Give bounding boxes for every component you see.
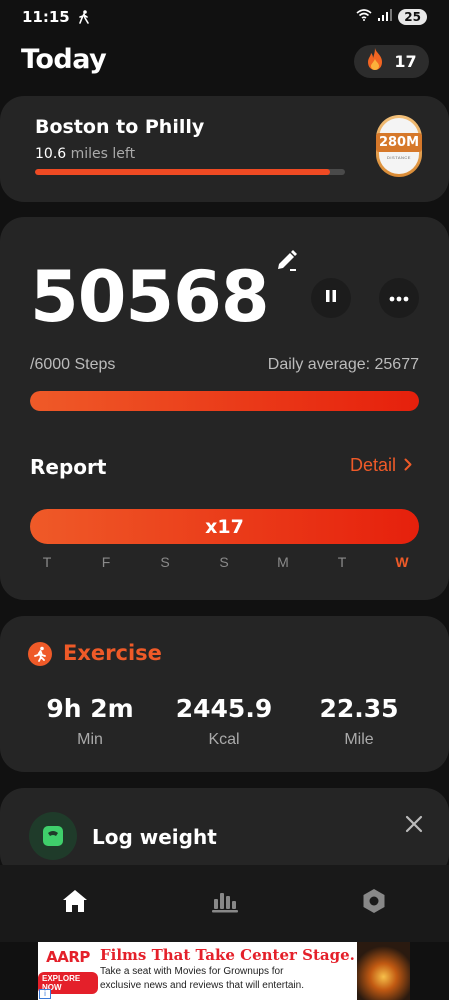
- nav-home[interactable]: [0, 865, 150, 942]
- report-title: Report: [30, 455, 107, 479]
- stat-value: 22.35: [319, 694, 399, 723]
- step-goal: /6000 Steps: [30, 356, 116, 373]
- challenge-remaining: 10.6 miles left: [35, 146, 135, 162]
- daily-average: Daily average: 25677: [267, 356, 419, 373]
- more-dots-icon: [389, 289, 409, 307]
- challenge-title: Boston to Philly: [35, 116, 205, 138]
- stat-value: 2445.9: [175, 694, 273, 723]
- close-icon[interactable]: [402, 812, 426, 841]
- stat-value: 9h 2m: [46, 694, 134, 723]
- weekly-report-bar[interactable]: x17: [30, 509, 419, 544]
- ad-text-block: Films That Take Center Stage. Take a sea…: [98, 942, 357, 1000]
- day-label: F: [101, 554, 111, 570]
- streak-chip[interactable]: 17: [354, 45, 429, 78]
- stat-unit: Kcal: [208, 731, 240, 748]
- challenge-progress-bar: [35, 169, 345, 175]
- step-count: 50568: [30, 256, 270, 338]
- ad-image: [356, 942, 410, 1000]
- nav-stats[interactable]: [150, 865, 300, 942]
- nav-settings[interactable]: [299, 865, 449, 942]
- flame-icon: [366, 48, 384, 75]
- chevron-right-icon: [404, 455, 412, 476]
- medal-inner: 280M DISTANCE: [375, 118, 423, 174]
- steps-card: 50568 /6000 Steps Daily average: 25677 R…: [0, 217, 449, 600]
- edit-icon[interactable]: [274, 249, 298, 278]
- more-options-button[interactable]: [379, 278, 419, 318]
- report-multiplier: x17: [205, 515, 244, 538]
- ad-body-line: Take a seat with Movies for Grownups for: [100, 966, 284, 977]
- settings-icon: [362, 888, 386, 919]
- streak-count: 17: [394, 52, 417, 71]
- log-weight-title: Log weight: [92, 825, 217, 849]
- stat-unit: Min: [77, 731, 103, 748]
- exercise-stat-time: 9h 2m Min: [25, 694, 155, 749]
- distance-medal-badge[interactable]: 280M DISTANCE: [375, 115, 423, 177]
- challenge-distance-left: 10.6: [35, 146, 67, 162]
- exercise-stat-distance: 22.35 Mile: [294, 694, 424, 749]
- status-icons: 25: [356, 8, 427, 26]
- exercise-card[interactable]: Exercise 9h 2m Min 2445.9 Kcal 22.35 Mil…: [0, 616, 449, 772]
- detail-label: Detail: [349, 455, 396, 475]
- medal-value: 280M: [375, 132, 423, 152]
- steps-progress-fill: [30, 391, 419, 411]
- day-label: M: [277, 554, 289, 570]
- page-title: Today: [21, 44, 107, 75]
- pause-icon: [324, 289, 338, 308]
- day-label-today: W: [395, 554, 409, 570]
- detail-link[interactable]: Detail: [350, 455, 412, 476]
- exercise-title: Exercise: [63, 641, 162, 665]
- day-label: T: [337, 554, 347, 570]
- day-label: S: [160, 554, 170, 570]
- pause-button[interactable]: [311, 278, 351, 318]
- home-icon: [62, 889, 88, 918]
- medal-subtitle: DISTANCE: [387, 154, 411, 160]
- challenge-distance-unit: miles left: [70, 146, 136, 162]
- day-label: S: [219, 554, 229, 570]
- stat-unit: Mile: [344, 731, 374, 748]
- ad-brand-logo: AARP: [46, 948, 90, 966]
- status-time: 11:15: [22, 8, 70, 26]
- battery-indicator: 25: [398, 9, 427, 25]
- challenge-card[interactable]: Boston to Philly 10.6 miles left 280M DI…: [0, 96, 449, 202]
- exercise-stat-calories: 2445.9 Kcal: [159, 694, 289, 749]
- ad-headline: Films That Take Center Stage.: [100, 946, 355, 964]
- day-label: T: [42, 554, 52, 570]
- signal-icon: [378, 8, 393, 26]
- challenge-progress-fill: [35, 169, 330, 175]
- ad-banner[interactable]: AARP EXPLORE NOW Films That Take Center …: [38, 942, 410, 1000]
- stats-icon: [211, 889, 239, 918]
- scale-icon: [29, 812, 77, 860]
- ad-info-icon[interactable]: i: [39, 989, 51, 999]
- status-bar: 11:15 25: [0, 0, 449, 34]
- running-icon: [28, 642, 52, 666]
- walking-icon: [78, 10, 90, 24]
- steps-progress-bar: [30, 391, 419, 411]
- ad-body-line: exclusive news and reviews that will ent…: [100, 980, 304, 991]
- bottom-navigation: [0, 865, 449, 942]
- wifi-icon: [356, 8, 372, 26]
